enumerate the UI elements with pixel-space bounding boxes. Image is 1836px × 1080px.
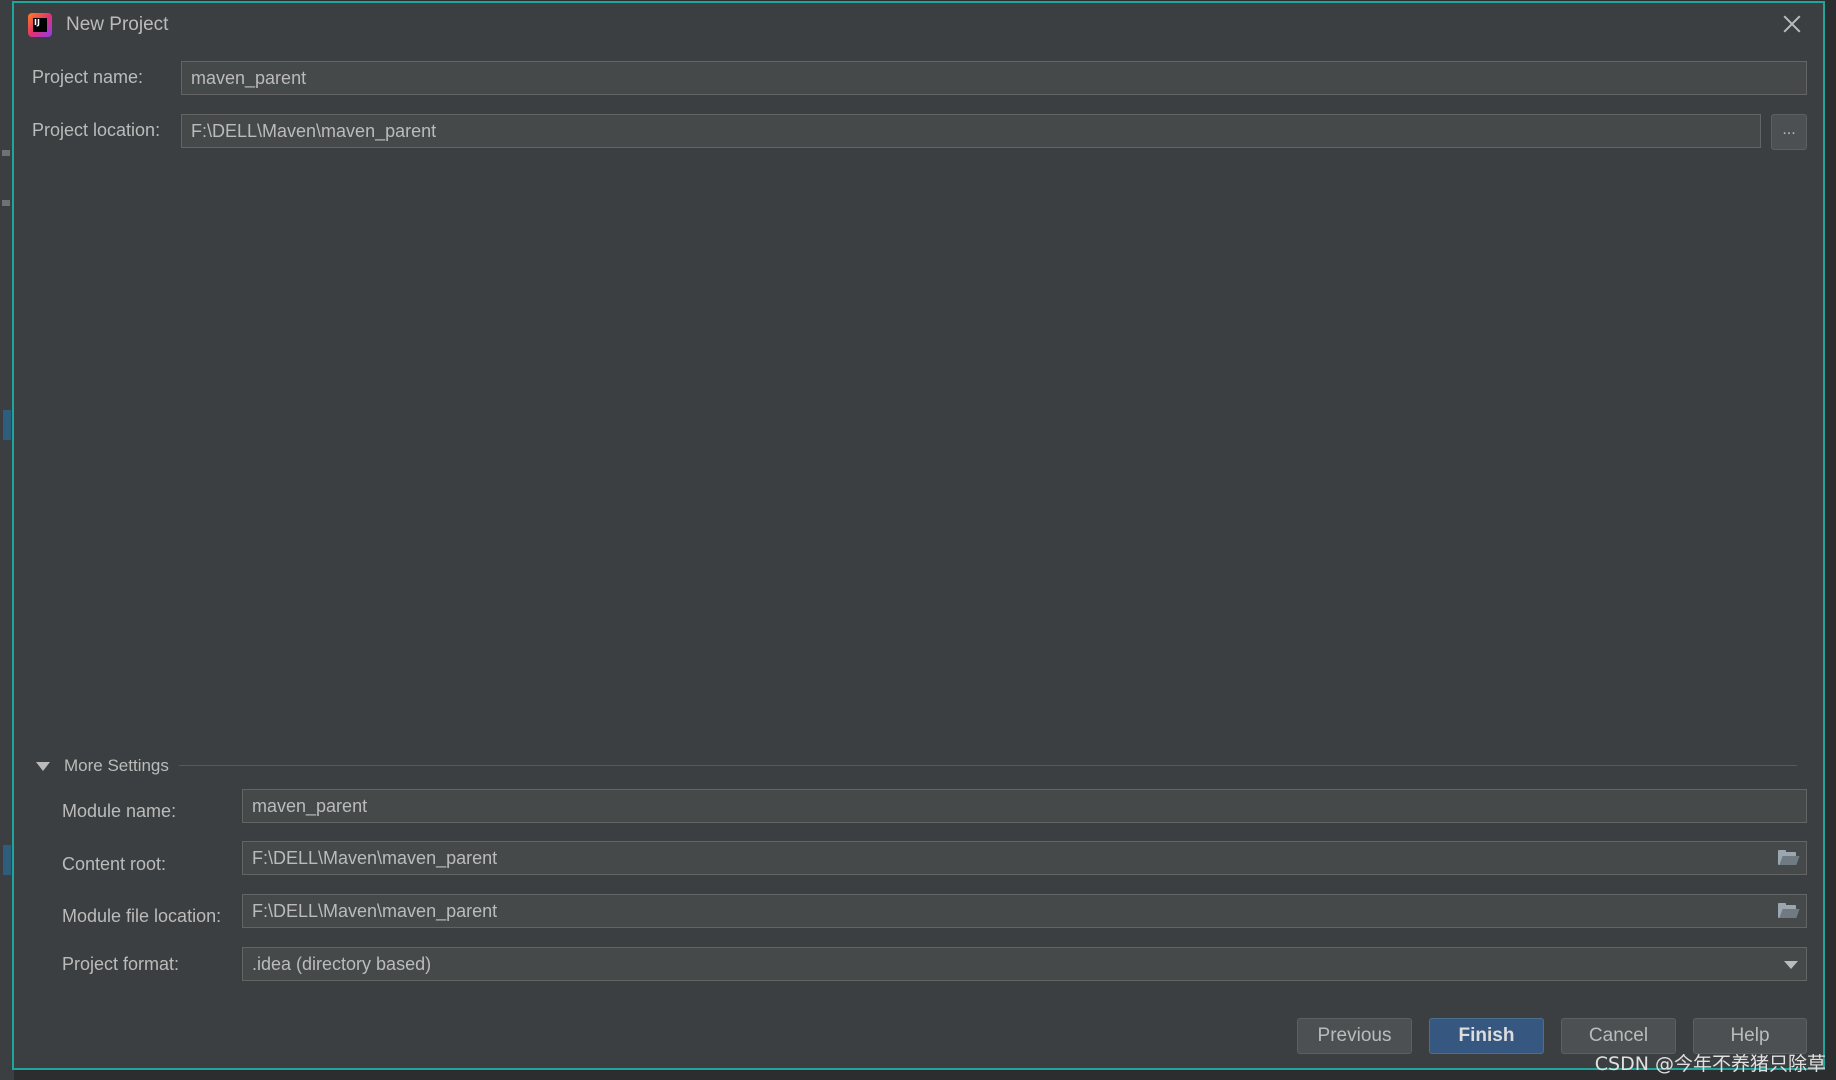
background-marker	[2, 150, 10, 156]
module-file-location-field[interactable]: F:\DELL\Maven\maven_parent	[242, 894, 1807, 928]
folder-icon[interactable]	[1778, 903, 1800, 919]
folder-icon[interactable]	[1778, 850, 1800, 866]
content-root-field[interactable]: F:\DELL\Maven\maven_parent	[242, 841, 1807, 875]
project-format-label: Project format:	[62, 954, 180, 974]
triangle-down-icon[interactable]	[36, 762, 50, 771]
background-marker	[2, 200, 10, 206]
project-format-value: .idea (directory based)	[252, 954, 432, 974]
browse-location-button[interactable]: ...	[1771, 114, 1807, 150]
content-root-label: Content root:	[62, 854, 167, 874]
background-marker	[3, 410, 11, 440]
project-format-select[interactable]: .idea (directory based)	[242, 947, 1807, 981]
chevron-down-icon	[1784, 961, 1798, 969]
module-name-input[interactable]: maven_parent	[242, 789, 1807, 823]
content-root-value: F:\DELL\Maven\maven_parent	[252, 848, 498, 868]
dialog-title: New Project	[66, 14, 169, 35]
project-location-label: Project location:	[32, 120, 161, 140]
watermark: CSDN @今年不养猪只除草	[1594, 1053, 1826, 1075]
section-divider	[179, 765, 1797, 766]
close-icon[interactable]	[1781, 13, 1803, 35]
module-name-label: Module name:	[62, 801, 177, 821]
intellij-idea-icon: IJ	[28, 13, 52, 37]
new-project-dialog: IJ New Project Project name: maven_paren…	[12, 1, 1825, 1070]
dialog-titlebar: IJ New Project	[14, 3, 1823, 47]
finish-button[interactable]: Finish	[1429, 1018, 1544, 1054]
previous-button[interactable]: Previous	[1297, 1018, 1412, 1054]
project-name-label: Project name:	[32, 67, 144, 87]
background-marker	[3, 845, 11, 875]
more-settings-toggle[interactable]: More Settings	[64, 756, 169, 776]
project-name-input[interactable]: maven_parent	[181, 61, 1807, 95]
module-file-location-label: Module file location:	[62, 906, 222, 926]
project-location-input[interactable]: F:\DELL\Maven\maven_parent	[181, 114, 1761, 148]
module-file-location-value: F:\DELL\Maven\maven_parent	[252, 901, 498, 921]
